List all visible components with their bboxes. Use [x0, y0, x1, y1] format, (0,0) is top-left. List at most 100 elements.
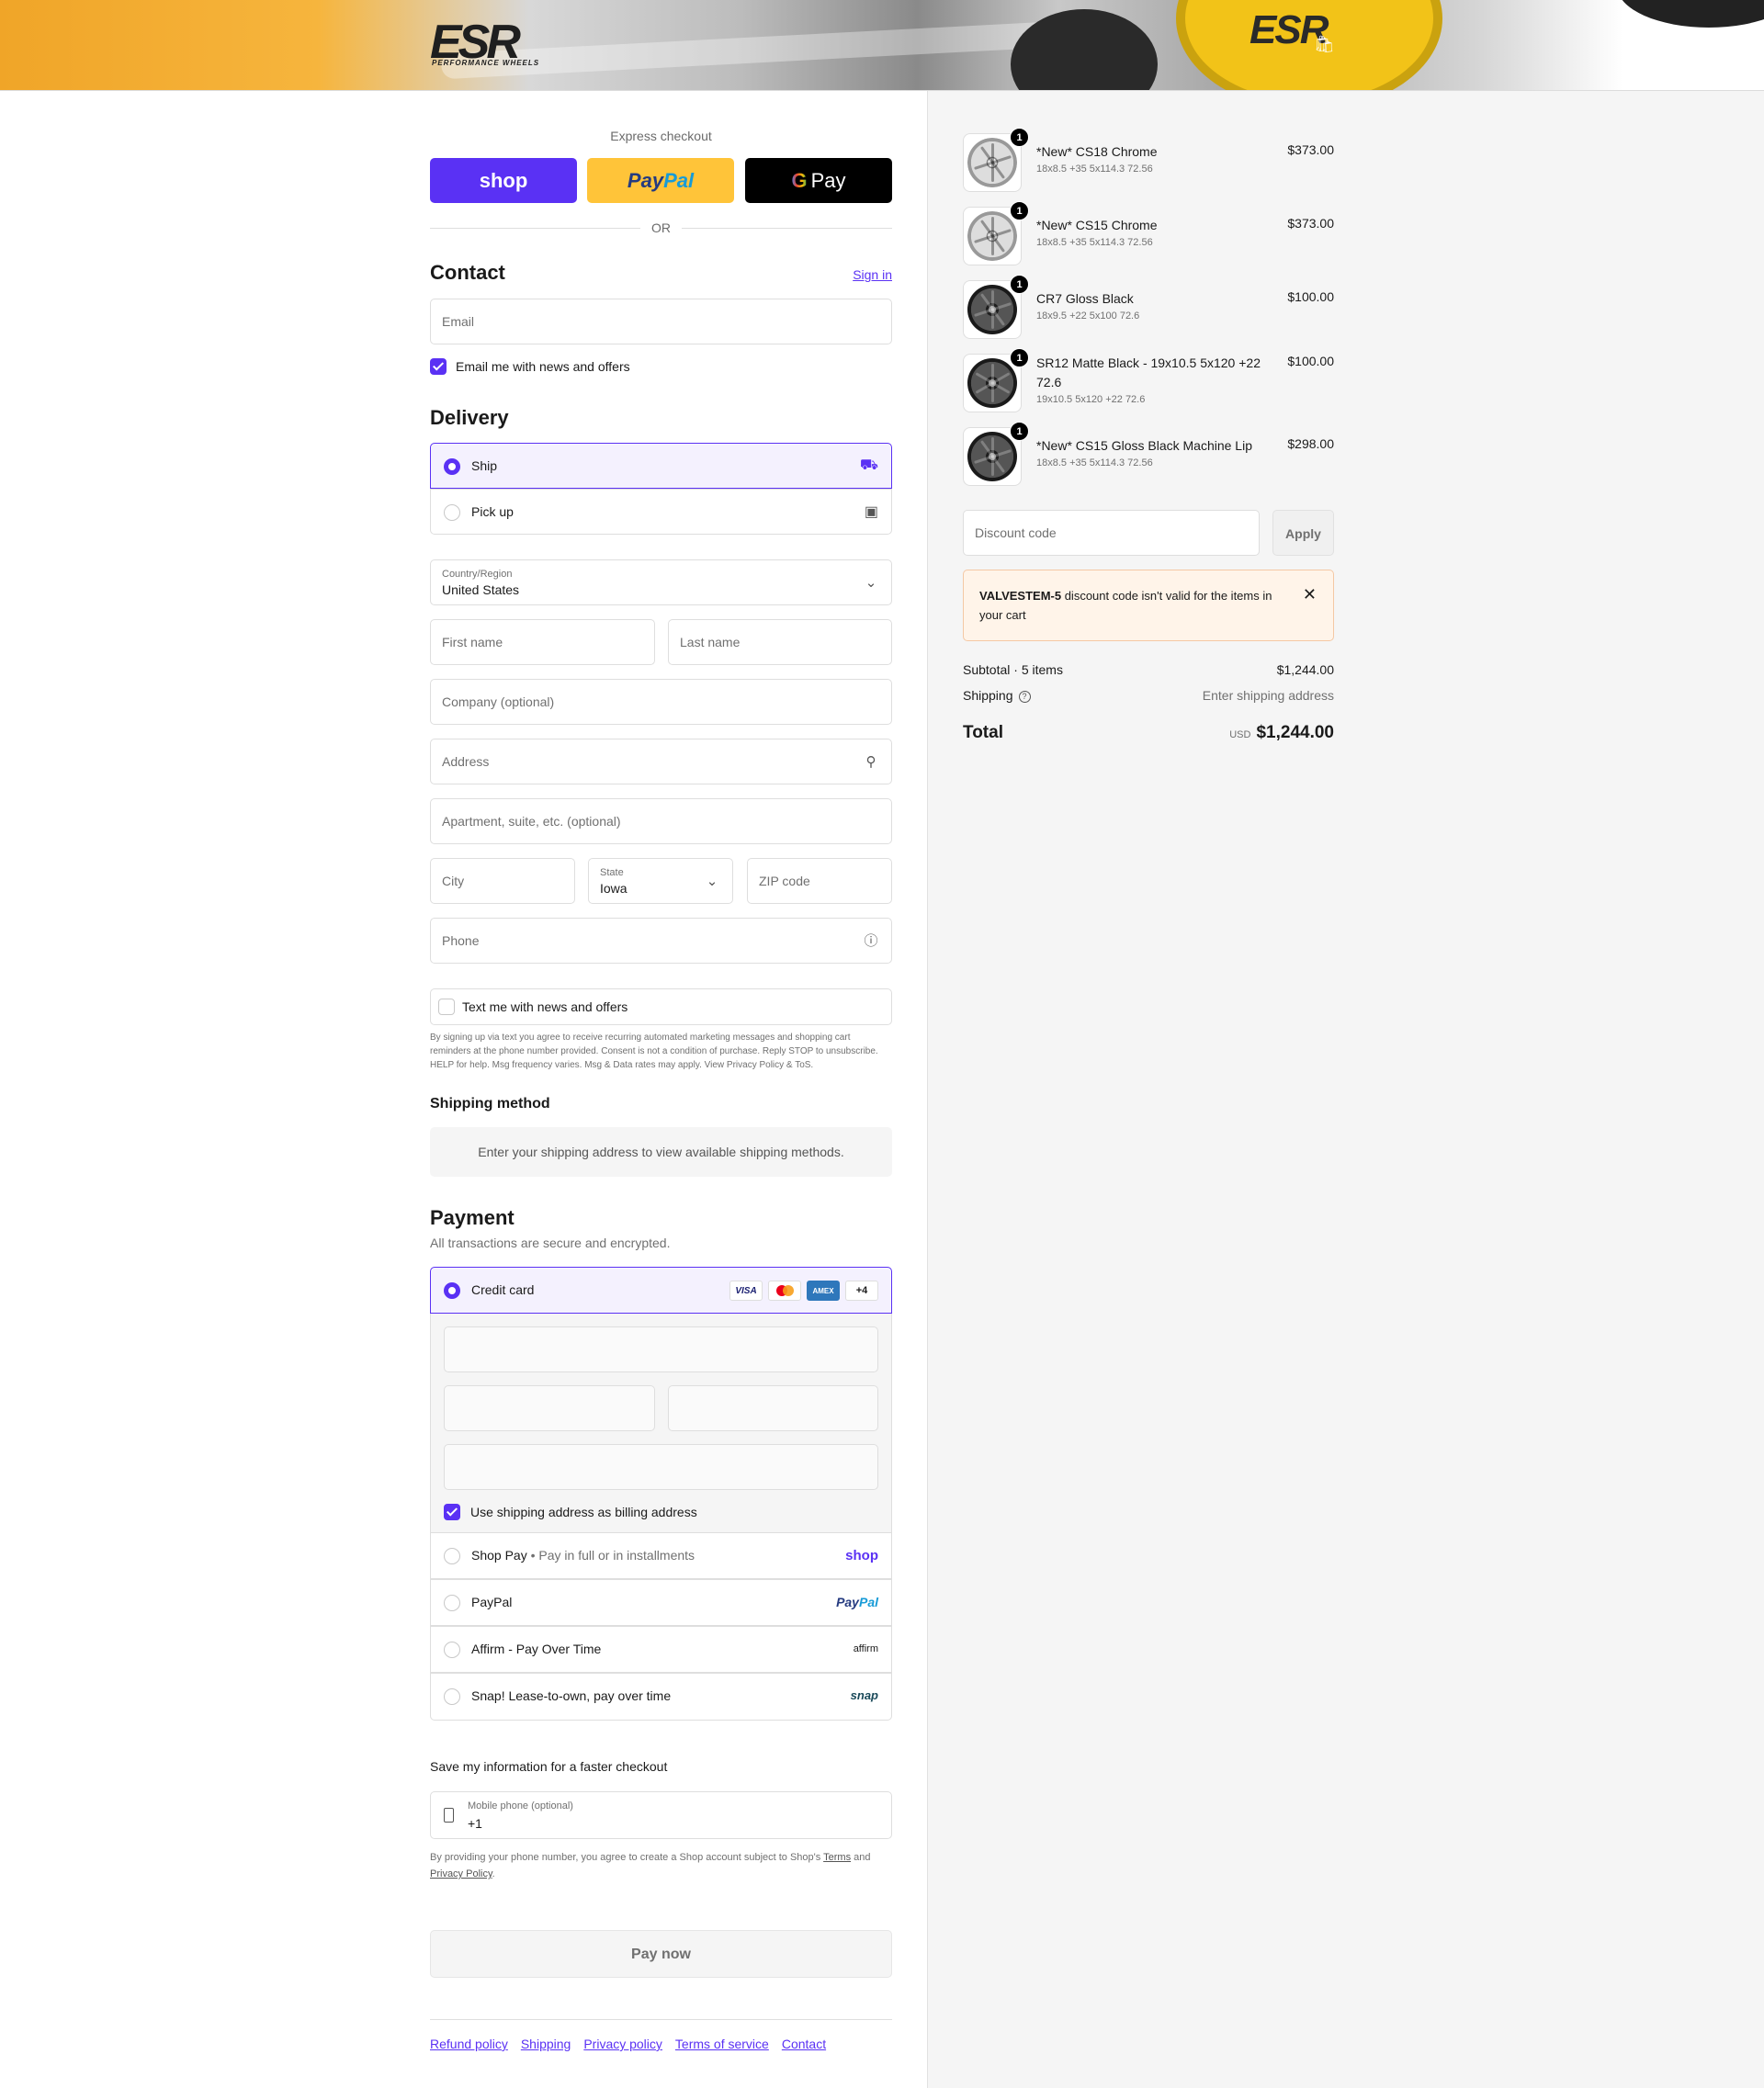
mobile-phone-field[interactable]: Mobile phone (optional) +1: [430, 1791, 892, 1839]
shop-pay-radio[interactable]: [444, 1548, 460, 1564]
header-banner: ESR 🛍 ESR PERFORMANCE WHEELS: [0, 0, 1764, 91]
first-name-placeholder: First name: [442, 635, 503, 649]
currency-code: USD: [1229, 729, 1251, 740]
quantity-badge: 1: [1010, 201, 1029, 220]
credit-card-option[interactable]: Credit card VISA AMEX +4: [430, 1267, 892, 1314]
mobile-phone-label: Mobile phone (optional): [468, 1800, 573, 1811]
phone-field[interactable]: Phone ⓘ: [430, 918, 892, 964]
phone-placeholder: Phone: [442, 933, 480, 948]
snap-option[interactable]: Snap! Lease-to-own, pay over time snap: [430, 1673, 892, 1721]
billing-same-checkbox[interactable]: [444, 1504, 460, 1520]
refund-policy-link[interactable]: Refund policy: [430, 2037, 508, 2051]
product-spec: 18x8.5 +35 5x114.3 72.56: [1036, 457, 1153, 468]
discount-code-field[interactable]: Discount code: [963, 510, 1260, 556]
card-cvv-field[interactable]: [668, 1385, 878, 1431]
product-price: $298.00: [1287, 436, 1334, 451]
logo-subtitle: PERFORMANCE WHEELS: [432, 59, 540, 67]
country-select[interactable]: Country/Region United States ⌄: [430, 559, 892, 605]
cart-icon[interactable]: 🛍: [1314, 35, 1335, 53]
shop-account-legal: By providing your phone number, you agre…: [430, 1852, 871, 1879]
help-circle-icon[interactable]: ⓘ: [862, 932, 880, 951]
affirm-option[interactable]: Affirm - Pay Over Time affirm: [430, 1626, 892, 1673]
state-select[interactable]: State Iowa ⌄: [588, 858, 733, 904]
sms-consent-note: By signing up via text you agree to rece…: [430, 1033, 878, 1070]
total-value: $1,244.00: [1256, 723, 1334, 742]
card-details-panel: Use shipping address as billing address: [430, 1314, 892, 1532]
privacy-policy-link[interactable]: Privacy policy: [583, 2037, 662, 2051]
google-pay-button[interactable]: G Pay: [745, 158, 892, 203]
email-field[interactable]: Email: [430, 299, 892, 344]
email-placeholder: Email: [442, 314, 475, 329]
contact-link[interactable]: Contact: [782, 2037, 826, 2051]
last-name-field[interactable]: Last name: [668, 619, 892, 665]
city-placeholder: City: [442, 874, 465, 888]
footer-links: Refund policy Shipping Privacy policy Te…: [430, 2037, 826, 2051]
ship-option[interactable]: Ship ⛟: [430, 443, 892, 489]
payment-heading: Payment: [430, 1206, 514, 1229]
mobile-phone-icon: [444, 1808, 454, 1823]
google-g-icon: G: [791, 168, 808, 192]
apartment-field[interactable]: Apartment, suite, etc. (optional): [430, 798, 892, 844]
first-name-field[interactable]: First name: [430, 619, 655, 665]
shipping-link[interactable]: Shipping: [521, 2037, 571, 2051]
card-number-field[interactable]: [444, 1326, 878, 1372]
privacy-link[interactable]: Privacy Policy: [430, 1868, 492, 1879]
pay-now-button[interactable]: Pay now: [430, 1930, 892, 1978]
product-spec: 18x8.5 +35 5x114.3 72.56: [1036, 237, 1153, 248]
text-offers-box[interactable]: Text me with news and offers: [430, 988, 892, 1025]
cart-item: 1 SR12 Matte Black - 19x10.5 5x120 +22 7…: [963, 348, 1334, 412]
discount-error-banner: VALVESTEM-5 discount code isn't valid fo…: [963, 570, 1334, 641]
shipping-row: Shipping? Enter shipping address: [963, 688, 1334, 703]
city-field[interactable]: City: [430, 858, 575, 904]
close-icon[interactable]: ✕: [1303, 585, 1317, 604]
snap-radio[interactable]: [444, 1688, 460, 1705]
apply-discount-button[interactable]: Apply: [1272, 510, 1334, 556]
visa-icon: VISA: [729, 1281, 763, 1301]
affirm-radio[interactable]: [444, 1642, 460, 1658]
product-title: *New* CS15 Chrome: [1036, 218, 1158, 232]
shop-pay-option[interactable]: Shop Pay • Pay in full or in installment…: [430, 1532, 892, 1579]
affirm-logo-icon: affirm: [853, 1643, 878, 1654]
logo-mark: ESR: [430, 16, 521, 69]
email-news-checkbox[interactable]: [430, 358, 447, 375]
shipping-method-heading: Shipping method: [430, 1096, 550, 1112]
subtotal-value: $1,244.00: [1276, 662, 1334, 677]
zip-field[interactable]: ZIP code: [747, 858, 892, 904]
email-news-label: Email me with news and offers: [456, 359, 630, 374]
ship-radio[interactable]: [444, 458, 460, 475]
product-title: SR12 Matte Black - 19x10.5 5x120 +22 72.…: [1036, 356, 1261, 389]
card-name-field[interactable]: [444, 1444, 878, 1490]
paypal-radio[interactable]: [444, 1595, 460, 1611]
store-logo[interactable]: ESR PERFORMANCE WHEELS: [430, 16, 579, 72]
country-value: United States: [442, 582, 520, 597]
card-expiry-field[interactable]: [444, 1385, 655, 1431]
pickup-option[interactable]: Pick up ▣: [430, 489, 892, 535]
shop-pay-button[interactable]: shop: [430, 158, 577, 203]
chevron-down-icon: ⌄: [706, 874, 718, 889]
product-title: CR7 Gloss Black: [1036, 291, 1134, 306]
banner-tire: [1617, 0, 1764, 28]
text-offers-checkbox[interactable]: [438, 999, 455, 1015]
product-title: *New* CS18 Chrome: [1036, 144, 1158, 159]
paypal-option[interactable]: PayPal PayPal: [430, 1579, 892, 1626]
paypal-button[interactable]: Pay Pal: [587, 158, 734, 203]
discount-placeholder: Discount code: [975, 525, 1057, 540]
terms-link[interactable]: Terms: [823, 1852, 851, 1863]
store-icon: ▣: [864, 504, 878, 520]
shipping-label: Shipping: [963, 688, 1013, 703]
ship-label: Ship: [471, 458, 498, 473]
cart-item: 1 *New* CS15 Chrome 18x8.5 +35 5x114.3 72…: [963, 201, 1334, 265]
company-field[interactable]: Company (optional): [430, 679, 892, 725]
mobile-phone-value: +1: [468, 1816, 482, 1831]
paypal-text-2: Pal: [663, 168, 695, 192]
address-field[interactable]: Address ⚲: [430, 739, 892, 784]
shipping-value: Enter shipping address: [1202, 688, 1334, 703]
sign-in-link[interactable]: Sign in: [827, 267, 892, 282]
product-price: $373.00: [1287, 216, 1334, 231]
credit-card-radio[interactable]: [444, 1282, 460, 1299]
paypal-label: PayPal: [471, 1595, 513, 1609]
pickup-radio[interactable]: [444, 504, 460, 521]
terms-of-service-link[interactable]: Terms of service: [675, 2037, 769, 2051]
help-circle-icon[interactable]: ?: [1018, 690, 1031, 703]
credit-card-label: Credit card: [471, 1282, 535, 1297]
